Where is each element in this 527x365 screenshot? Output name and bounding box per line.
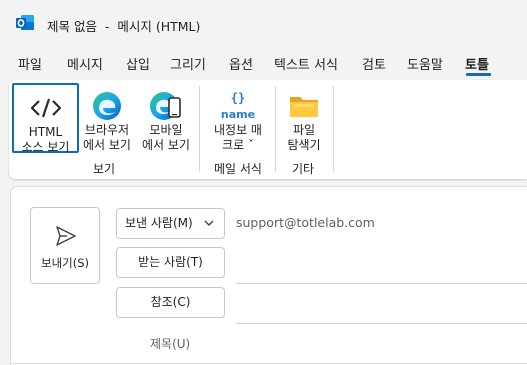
subject-label: 제목(U) — [150, 337, 191, 351]
tab-help[interactable]: 도움말 — [407, 54, 443, 73]
tab-message[interactable]: 메시지 — [67, 54, 103, 73]
title-bar: 제목 없음 - 메시지 (HTML) — [0, 0, 527, 48]
group-label-mail-format: 메일 서식 — [214, 162, 262, 176]
tab-options[interactable]: 옵션 — [229, 54, 253, 73]
send-icon — [56, 226, 76, 246]
send-button-label: 보내기(S) — [40, 256, 89, 270]
group-separator — [199, 86, 200, 172]
ribbon-tabs: 파일 메시지 삽입 그리기 옵션 텍스트 서식 검토 도움말 토틀 — [0, 48, 527, 78]
ribbon-panel: HTML 소스 보기 브라우저 에서 보기 모바일 에서 보기 보기 {} na… — [9, 80, 527, 179]
tab-totle[interactable]: 토틀 — [465, 54, 489, 73]
tab-format-text[interactable]: 텍스트 서식 — [274, 54, 338, 73]
svg-text:name: name — [221, 108, 255, 121]
name-macro-label-1: 내정보 매 — [214, 123, 262, 137]
html-source-code-icon — [30, 98, 61, 118]
compose-panel: 보내기(S) 보낸 사람(M) support@totlelab.com 받는 … — [10, 186, 527, 365]
subject-field-underline — [11, 363, 527, 364]
group-separator — [275, 86, 276, 172]
svg-text:{}: {} — [231, 91, 245, 105]
cc-button[interactable]: 참조(C) — [116, 287, 225, 318]
outlook-icon — [16, 15, 34, 30]
view-in-browser-button[interactable]: 브라우저 에서 보기 — [79, 83, 135, 153]
send-button[interactable]: 보내기(S) — [30, 207, 100, 284]
tab-file[interactable]: 파일 — [18, 54, 42, 73]
file-explorer-button[interactable]: 파일 탐색기 — [281, 83, 327, 153]
folder-icon — [290, 97, 318, 117]
tab-review[interactable]: 검토 — [362, 54, 386, 73]
view-on-mobile-button[interactable]: 모바일 에서 보기 — [137, 83, 195, 153]
from-button[interactable]: 보낸 사람(M) — [116, 208, 225, 239]
group-label-etc: 기타 — [292, 162, 315, 176]
file-explorer-label-1: 파일 — [292, 123, 316, 137]
name-macro-label-2: 크로 ˇ — [222, 138, 254, 152]
file-explorer-label-2: 탐색기 — [287, 138, 321, 152]
chevron-down-icon — [204, 209, 214, 249]
active-tab-indicator — [466, 73, 491, 76]
to-button-label: 받는 사람(T) — [138, 255, 203, 269]
view-on-mobile-label-2: 에서 보기 — [142, 138, 190, 152]
name-macro-button[interactable]: {} name 내정보 매 크로 ˇ — [205, 83, 271, 153]
window-title: 제목 없음 - 메시지 (HTML) — [47, 19, 201, 34]
view-html-source-button[interactable]: HTML 소스 보기 — [12, 83, 79, 154]
cc-field[interactable] — [236, 323, 527, 324]
edge-browser-icon — [93, 92, 121, 120]
view-in-browser-label-1: 브라우저 — [84, 123, 130, 137]
tab-insert[interactable]: 삽입 — [126, 54, 150, 73]
view-on-mobile-label-1: 모바일 — [149, 123, 183, 137]
from-address: support@totlelab.com — [236, 215, 375, 230]
to-field[interactable] — [236, 283, 527, 284]
view-in-browser-label-2: 에서 보기 — [83, 138, 131, 152]
tab-draw[interactable]: 그리기 — [170, 54, 206, 73]
view-html-source-label-2: 소스 보기 — [21, 140, 70, 154]
name-macro-icon: {} name — [221, 91, 255, 121]
cc-button-label: 참조(C) — [150, 295, 191, 309]
group-label-view: 보기 — [93, 162, 116, 176]
group-separator — [333, 86, 334, 172]
edge-mobile-icon — [150, 92, 181, 120]
from-button-label: 보낸 사람(M) — [125, 216, 193, 230]
view-html-source-label-1: HTML — [28, 125, 63, 139]
to-button[interactable]: 받는 사람(T) — [116, 247, 225, 278]
